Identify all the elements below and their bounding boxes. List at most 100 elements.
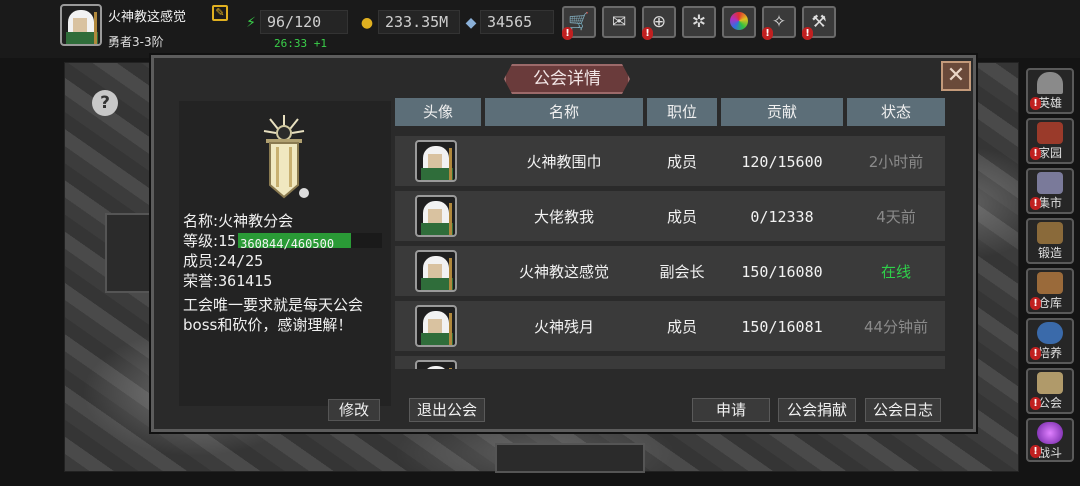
alert-badge: ! xyxy=(1030,197,1041,210)
guild-details-dialog: 公会详情 ✕ 名称:火神教分会 等级:15 360844/460500 成员:24… xyxy=(151,55,976,432)
gold-value: 233.35M xyxy=(378,10,460,34)
potion-icon xyxy=(1037,322,1063,344)
guild-level: 15 xyxy=(218,232,237,250)
sidebar-item-forge[interactable]: 锻造 xyxy=(1026,218,1074,264)
member-contribution: 120/15600 xyxy=(741,153,823,171)
column-header-status: 状态 xyxy=(847,98,945,126)
column-header-name: 名称 xyxy=(485,98,643,126)
rename-icon[interactable]: ✎ xyxy=(212,5,228,21)
mail-button[interactable]: ✉ xyxy=(602,6,636,38)
member-status: 4天前 xyxy=(876,208,916,226)
member-name: 火神教围巾 xyxy=(526,153,602,171)
member-avatar[interactable] xyxy=(415,360,461,369)
member-role: 成员 xyxy=(666,153,697,171)
member-name: 大佬教我 xyxy=(533,208,594,226)
guild-info-panel: 名称:火神教分会 等级:15 360844/460500 成员:24/25 荣誉:… xyxy=(179,101,391,406)
alert-badge: ! xyxy=(1030,347,1041,360)
settings-button[interactable]: ✲ xyxy=(682,6,716,38)
close-button[interactable]: ✕ xyxy=(941,61,971,91)
column-header-avatar: 头像 xyxy=(395,98,481,126)
sidebar-item-battle[interactable]: 战斗 ! xyxy=(1026,418,1074,462)
table-row[interactable]: 火神残月 成员 150/16081 44分钟前 xyxy=(395,301,945,353)
member-name: 火神残月 xyxy=(533,318,594,336)
sidebar-item-hero[interactable]: 英雄 ! xyxy=(1026,68,1074,114)
alert-badge: ! xyxy=(802,27,813,40)
dialog-title: 公会详情 xyxy=(504,64,630,94)
member-contribution: 150/16080 xyxy=(741,263,823,281)
alert-badge: ! xyxy=(1030,147,1041,160)
house-icon xyxy=(1037,122,1063,144)
member-status: 44分钟前 xyxy=(863,318,929,336)
member-avatar[interactable] xyxy=(415,140,461,184)
member-role: 成员 xyxy=(666,318,697,336)
sidebar-item-home[interactable]: 家园 ! xyxy=(1026,118,1074,164)
guild-name-row: 名称:火神教分会 xyxy=(183,211,382,231)
tools-button[interactable]: ⚒! xyxy=(802,6,836,40)
guild-members-row: 成员:24/25 xyxy=(183,251,382,271)
alert-badge: ! xyxy=(1030,445,1041,458)
guild-honor-label: 荣誉: xyxy=(183,272,219,290)
gamepad-button[interactable]: ⊕! xyxy=(642,6,676,40)
member-contribution: 150/16081 xyxy=(741,318,823,336)
sidebar-item-training[interactable]: 培养 ! xyxy=(1026,318,1074,364)
member-avatar[interactable] xyxy=(415,250,461,294)
close-icon: ✕ xyxy=(946,63,966,88)
event-button[interactable]: ✧! xyxy=(762,6,796,40)
guild-emblem-icon xyxy=(263,115,309,199)
portal-icon xyxy=(1037,422,1063,444)
color-wheel-button[interactable] xyxy=(722,6,756,38)
guild-exp-text: 360844/460500 xyxy=(240,237,335,251)
energy-value: 96/120 xyxy=(260,10,348,34)
member-name: 火神教这感觉 xyxy=(518,263,609,281)
leave-guild-button[interactable]: 退出公会 xyxy=(409,398,485,422)
edit-notice-button[interactable]: 修改 xyxy=(328,399,380,421)
member-role: 成员 xyxy=(666,208,697,226)
helmet-icon xyxy=(1037,72,1063,94)
gem-value: 34565 xyxy=(480,10,554,34)
energy-timer: 26:33 +1 xyxy=(274,37,327,50)
sidebar-item-label: 锻造 xyxy=(1037,246,1062,260)
envelope-icon: ✉ xyxy=(611,12,627,32)
table-row-partial[interactable] xyxy=(395,356,945,369)
market-stall-icon xyxy=(1037,172,1063,194)
table-row[interactable]: 大佬教我 成员 0/12338 4天前 xyxy=(395,191,945,243)
table-row[interactable]: 火神教这感觉 副会长 150/16080 在线 xyxy=(395,246,945,298)
player-name: 火神教这感觉 xyxy=(108,10,187,25)
member-status: 在线 xyxy=(880,263,911,281)
apply-button[interactable]: 申请 xyxy=(692,398,770,422)
member-list[interactable]: 火神教围巾 成员 120/15600 2小时前 大佬教我 成员 0/12338 … xyxy=(395,136,945,369)
member-contribution: 0/12338 xyxy=(750,208,814,226)
alert-badge: ! xyxy=(1030,297,1041,310)
help-button[interactable]: ? xyxy=(92,90,118,116)
guild-level-row: 等级:15 360844/460500 xyxy=(183,231,383,251)
anvil-icon xyxy=(1037,222,1063,244)
guild-name: 火神教分会 xyxy=(218,212,294,230)
guild-honor-row: 荣誉:361415 xyxy=(183,271,382,291)
guild-log-button[interactable]: 公会日志 xyxy=(865,398,941,422)
guild-banner-icon xyxy=(1037,372,1063,394)
table-row[interactable]: 火神教围巾 成员 120/15600 2小时前 xyxy=(395,136,945,188)
gold-coin-icon: ● xyxy=(360,15,374,31)
sidebar-item-guild[interactable]: 公会 ! xyxy=(1026,368,1074,414)
gear-icon: ✲ xyxy=(691,12,707,32)
member-role: 副会长 xyxy=(659,263,705,281)
scene-building xyxy=(495,443,645,473)
top-status-bar: 火神教这感觉 ✎ 勇者3-3阶 ⚡ 96/120 26:33 +1 ● 233.… xyxy=(0,0,1080,58)
gamepad-icon: ⊕ xyxy=(651,12,667,32)
shop-cart-button[interactable]: 🛒! xyxy=(562,6,596,40)
chest-icon xyxy=(1037,272,1063,294)
guild-level-label: 等级: xyxy=(183,232,219,250)
member-avatar[interactable] xyxy=(415,305,461,349)
energy-icon: ⚡ xyxy=(246,15,256,31)
sidebar-item-warehouse[interactable]: 仓库 ! xyxy=(1026,268,1074,314)
alert-badge: ! xyxy=(1030,97,1041,110)
alert-badge: ! xyxy=(1030,397,1041,410)
guild-exp-bar: 360844/460500 xyxy=(238,233,383,251)
alert-badge: ! xyxy=(642,27,653,40)
alert-badge: ! xyxy=(762,27,773,40)
member-avatar[interactable] xyxy=(415,195,461,239)
player-avatar[interactable] xyxy=(60,4,102,46)
guild-donate-button[interactable]: 公会捐献 xyxy=(778,398,856,422)
sparkle-icon: ✧ xyxy=(771,12,787,32)
sidebar-item-market[interactable]: 集市 ! xyxy=(1026,168,1074,214)
